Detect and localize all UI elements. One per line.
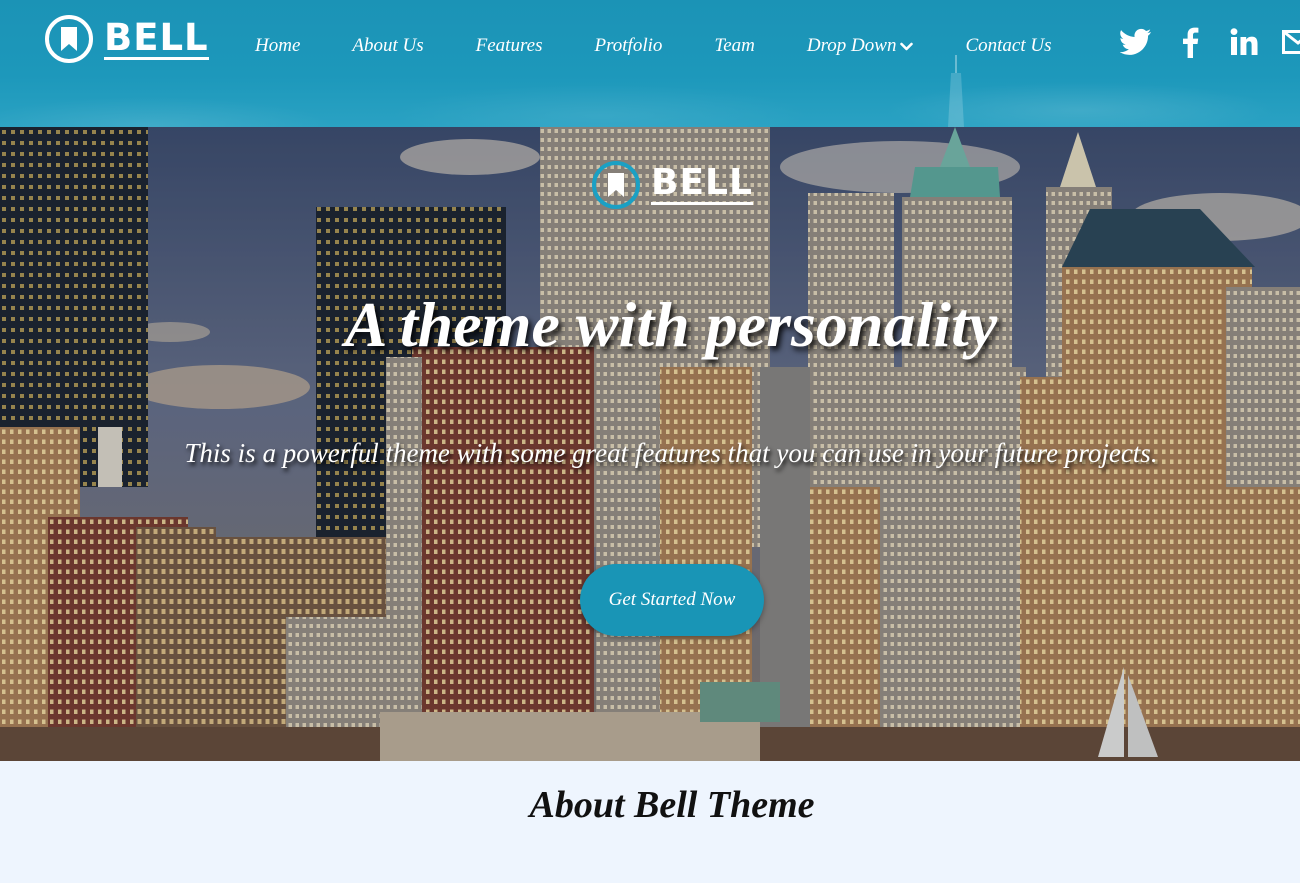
nav-item-features[interactable]: Features — [476, 35, 543, 57]
nav-item-portfolio[interactable]: Protfolio — [594, 35, 662, 57]
bookmark-circle-icon — [592, 161, 640, 209]
envelope-icon[interactable] — [1282, 26, 1300, 58]
get-started-button[interactable]: Get Started Now — [580, 564, 764, 636]
linkedin-icon[interactable] — [1228, 26, 1260, 58]
nav-item-home[interactable]: Home — [255, 35, 300, 57]
twitter-icon[interactable] — [1120, 26, 1152, 58]
main-navigation: Home About Us Features Protfolio Team Dr… — [229, 30, 1051, 62]
nav-item-drop-down[interactable]: Drop Down — [807, 35, 914, 57]
about-title: About Bell Theme — [529, 784, 815, 826]
hero-logo: BELL — [591, 160, 753, 210]
facebook-icon[interactable] — [1174, 26, 1206, 58]
chevron-down-icon — [900, 42, 914, 50]
hero-title: A theme with personality — [344, 289, 998, 360]
site-header: BELL Home About Us Features Protfolio Te… — [0, 0, 1300, 127]
nav-item-drop-down-label: Drop Down — [806, 35, 897, 56]
nav-item-about-us[interactable]: About Us — [352, 35, 423, 57]
header-background-haze — [0, 55, 1300, 127]
nav-item-contact-us[interactable]: Contact Us — [965, 35, 1051, 57]
hero-section: BELL A theme with personality This is a … — [0, 127, 1300, 761]
brand-logo-link[interactable]: BELL — [44, 14, 209, 64]
hero-logo-name: BELL — [651, 162, 753, 205]
hero-subtitle: This is a powerful theme with some great… — [184, 438, 1158, 468]
about-section: About Bell Theme — [0, 761, 1300, 883]
header-skyline-spire — [948, 55, 964, 127]
social-links — [1120, 24, 1300, 60]
nav-item-team[interactable]: Team — [714, 35, 754, 57]
bookmark-circle-icon — [45, 15, 93, 63]
brand-name: BELL — [104, 15, 209, 60]
